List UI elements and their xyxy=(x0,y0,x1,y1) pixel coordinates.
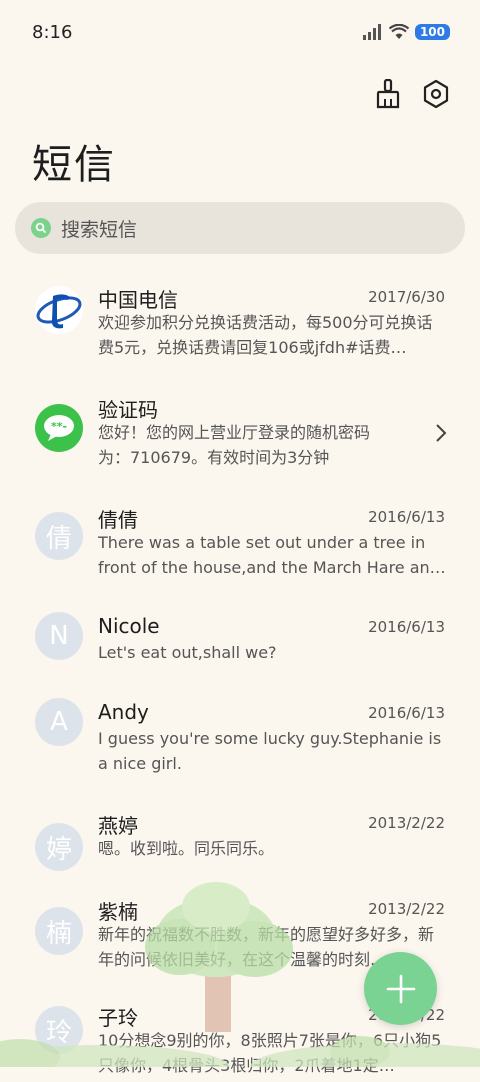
broom-icon[interactable] xyxy=(372,78,404,110)
conversation-preview: Let's eat out,shall we? xyxy=(98,643,277,662)
avatar: 婷 xyxy=(35,823,83,871)
conversation-preview: 嗯。收到啦。同乐同乐。 xyxy=(98,839,275,858)
conversation-date: 2016/6/13 xyxy=(368,618,445,636)
conversation-item[interactable]: **- 验证码 您好！您的网上营业厅登录的随机密码为：710679。有效时间为3… xyxy=(0,380,480,490)
conversation-name: 倩倩 xyxy=(98,508,138,532)
conversation-name: 燕婷 xyxy=(98,814,138,838)
conversation-name: 中国电信 xyxy=(98,288,178,312)
plus-icon xyxy=(386,974,415,1003)
status-time: 8:16 xyxy=(32,22,73,43)
status-bar: 8:16 100 xyxy=(0,0,480,68)
conversation-preview: 10分想念9别的你，8张照片7张是你，6只小狗5只像你，4根骨头3根归你，2爪着… xyxy=(98,1031,442,1075)
conversation-date: 2017/6/30 xyxy=(368,288,445,306)
search-input[interactable]: 搜索短信 xyxy=(15,202,465,254)
conversation-name: 验证码 xyxy=(98,398,158,422)
avatar: A xyxy=(35,698,83,746)
signal-icon xyxy=(362,24,381,40)
top-actions xyxy=(372,78,452,110)
conversation-item[interactable]: N Nicole 2016/6/13 Let's eat out,shall w… xyxy=(0,600,480,686)
conversation-item[interactable]: 婷 燕婷 2013/2/22 嗯。收到啦。同乐同乐。 xyxy=(0,796,480,882)
conversation-date: 2016/6/13 xyxy=(368,704,445,722)
new-message-button[interactable] xyxy=(364,952,437,1025)
status-icons: 100 xyxy=(362,24,450,40)
conversation-item[interactable]: A Andy 2016/6/13 I guess you're some luc… xyxy=(0,686,480,796)
battery-indicator: 100 xyxy=(414,24,450,40)
conversation-date: 2016/6/13 xyxy=(368,508,445,526)
page-title: 短信 xyxy=(32,142,116,188)
conversation-date: 2013/2/22 xyxy=(368,814,445,832)
conversation-item[interactable]: 中国电信 2017/6/30 欢迎参加积分兑换话费活动，每500分可兑换话费5元… xyxy=(0,270,480,380)
search-placeholder: 搜索短信 xyxy=(61,218,138,241)
conversation-date: 2013/2/22 xyxy=(368,900,445,918)
avatar: 楠 xyxy=(35,907,83,955)
wifi-icon xyxy=(388,24,409,39)
chevron-right-icon xyxy=(436,424,447,442)
avatar: 倩 xyxy=(35,512,83,560)
china-telecom-logo xyxy=(35,286,83,334)
conversation-item[interactable]: 倩 倩倩 2016/6/13 There was a table set out… xyxy=(0,490,480,600)
search-icon xyxy=(31,218,51,238)
avatar: N xyxy=(35,612,83,660)
message-bubble-icon: **- xyxy=(35,404,83,452)
svg-text:**-: **- xyxy=(51,420,67,433)
conversation-name: Andy xyxy=(98,700,149,724)
conversation-preview: 欢迎参加积分兑换话费活动，每500分可兑换话费5元，兑换话费请回复106或jfd… xyxy=(98,313,433,357)
conversation-preview: There was a table set out under a tree i… xyxy=(98,533,446,577)
conversation-preview: I guess you're some lucky guy.Stephanie … xyxy=(98,729,442,773)
settings-icon[interactable] xyxy=(420,78,452,110)
avatar: 玲 xyxy=(35,1006,83,1054)
conversation-preview: 您好！您的网上营业厅登录的随机密码为：710679。有效时间为3分钟 xyxy=(98,423,371,467)
conversation-name: 紫楠 xyxy=(98,900,138,924)
conversation-name: Nicole xyxy=(98,614,160,638)
conversation-name: 子玲 xyxy=(98,1006,138,1030)
